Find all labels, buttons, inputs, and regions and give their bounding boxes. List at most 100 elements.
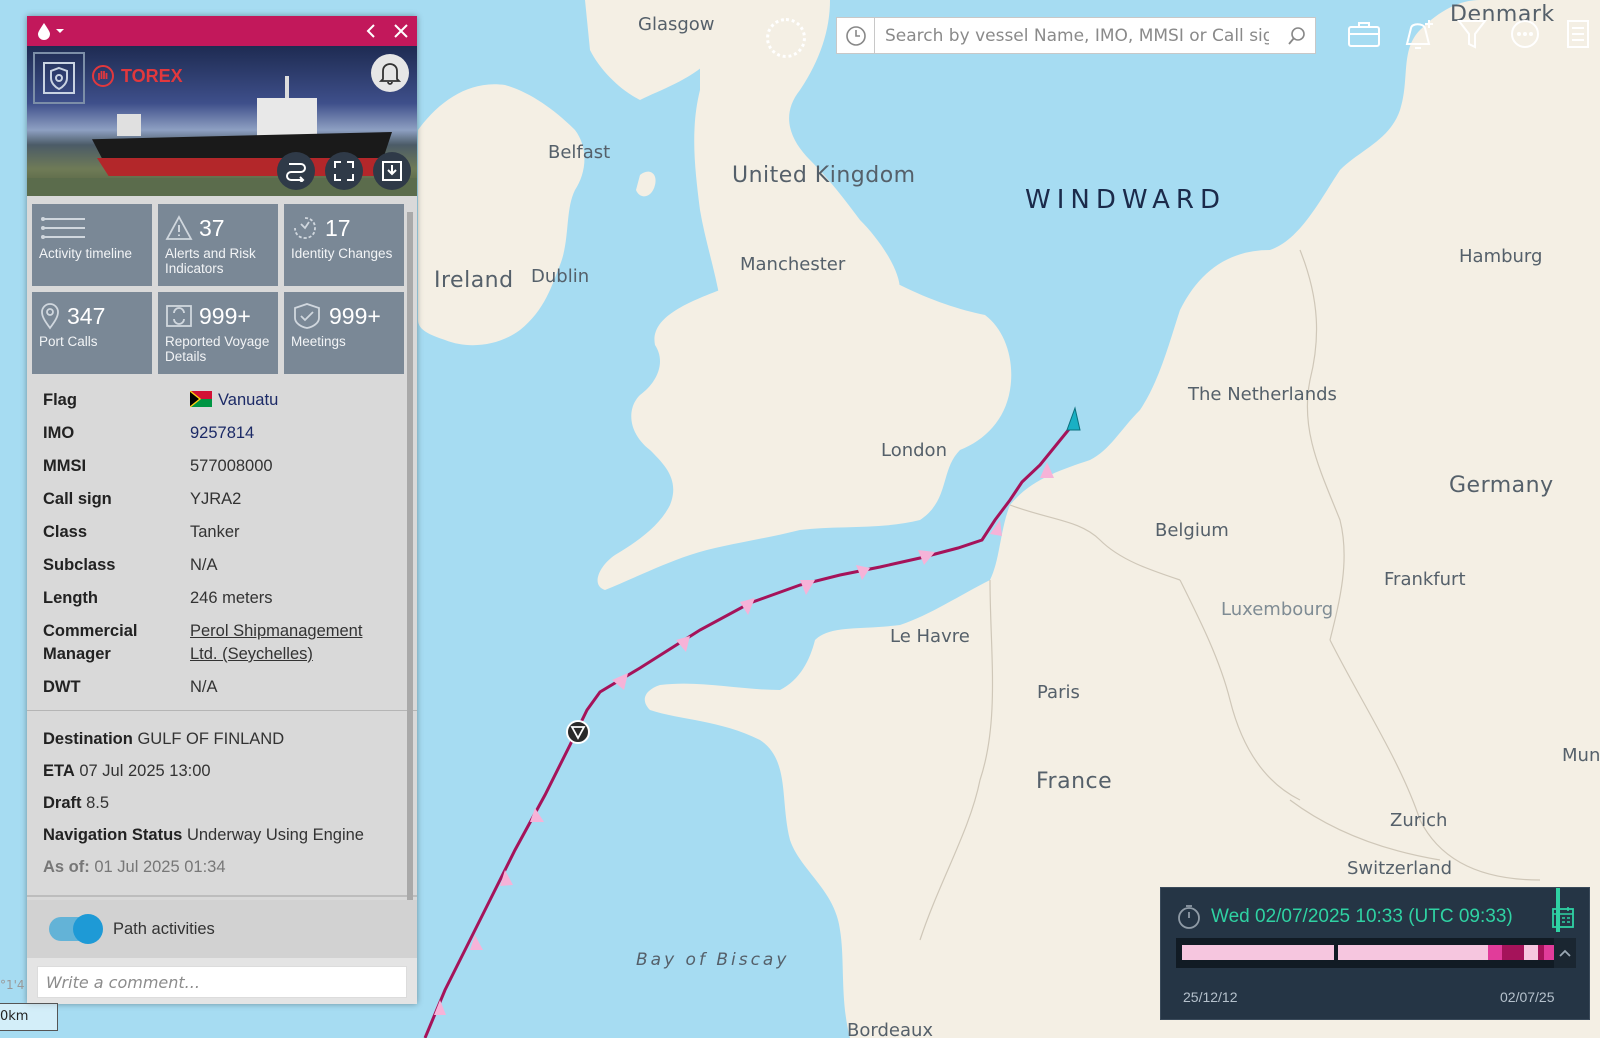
map-label-bay-of-biscay: Bay of Biscay bbox=[636, 950, 790, 970]
timeline-segment bbox=[1182, 945, 1334, 960]
tile-identity-changes[interactable]: 17 Identity Changes bbox=[284, 204, 404, 286]
tile-count: 37 bbox=[199, 214, 225, 241]
detail-key: Class bbox=[43, 523, 88, 541]
detail-value: 577008000 bbox=[190, 457, 273, 475]
timeline-segment bbox=[1338, 945, 1488, 960]
timeline-icon bbox=[41, 217, 85, 239]
vanuatu-flag-icon bbox=[190, 391, 212, 407]
voyage-as-of: As of: 01 Jul 2025 01:34 bbox=[43, 851, 401, 883]
map-label-zurich: Zurich bbox=[1390, 810, 1448, 831]
calendar-icon[interactable] bbox=[1551, 905, 1575, 929]
tile-meetings[interactable]: 999+ Meetings bbox=[284, 292, 404, 374]
voyage-key: Draft bbox=[43, 794, 82, 812]
voyage-icon bbox=[166, 305, 192, 327]
panel-scrollbar[interactable] bbox=[407, 212, 413, 912]
search-input[interactable] bbox=[875, 18, 1279, 53]
timeline-start-label: 25/12/12 bbox=[1183, 989, 1238, 1005]
coordinate-readout: °1'4 bbox=[0, 978, 25, 992]
detail-key: MMSI bbox=[43, 457, 87, 475]
shield-badge-icon[interactable] bbox=[33, 52, 85, 104]
detail-row-imo: IMO 9257814 bbox=[43, 417, 401, 450]
timeline-date[interactable]: Wed 02/07/2025 10:33 (UTC 09:33) bbox=[1211, 906, 1541, 928]
vessel-search[interactable] bbox=[836, 17, 1316, 54]
tile-label: Alerts and Risk Indicators bbox=[165, 246, 256, 276]
map-label-the-netherlands: The Netherlands bbox=[1188, 384, 1337, 405]
add-alert-icon[interactable] bbox=[1398, 14, 1438, 54]
map-label-germany: Germany bbox=[1449, 473, 1554, 498]
map-label-glasgow: Glasgow bbox=[638, 14, 715, 35]
voyage-nav-status: Navigation Status Underway Using Engine bbox=[43, 819, 401, 851]
tile-label: Meetings bbox=[291, 334, 346, 349]
list-icon[interactable] bbox=[1558, 14, 1598, 54]
voyage-value: Underway Using Engine bbox=[186, 826, 364, 844]
detail-value[interactable]: Vanuatu bbox=[190, 389, 278, 412]
timeline-cursor[interactable] bbox=[1556, 888, 1560, 932]
tile-label: Identity Changes bbox=[291, 246, 393, 261]
filter-icon[interactable] bbox=[1452, 14, 1492, 54]
detail-row-commercial-manager: Commercial Manager Perol Shipmanagement … bbox=[43, 615, 401, 671]
search-icon[interactable] bbox=[1279, 26, 1315, 46]
map-scale: 0km bbox=[0, 1003, 58, 1031]
tile-activity-timeline[interactable]: Activity timeline bbox=[32, 204, 152, 286]
layer-menu-button[interactable] bbox=[37, 22, 65, 40]
detail-key: DWT bbox=[43, 678, 81, 696]
voyage-draft: Draft 8.5 bbox=[43, 787, 401, 819]
map-label-belgium: Belgium bbox=[1155, 520, 1229, 541]
download-icon[interactable] bbox=[373, 152, 411, 190]
map-label-le-havre: Le Havre bbox=[890, 626, 970, 647]
sanctioned-hand-icon bbox=[92, 65, 114, 87]
detail-row-mmsi: MMSI 577008000 bbox=[43, 450, 401, 483]
path-activities-toggle[interactable] bbox=[49, 914, 103, 944]
map-label-london: London bbox=[881, 440, 947, 461]
vessel-panel: TOREX Activity timeline 37 Alerts and Ri… bbox=[27, 16, 417, 1004]
close-icon[interactable] bbox=[393, 23, 409, 39]
voyage-key: Destination bbox=[43, 730, 133, 748]
path-activities-row: Path activities bbox=[27, 900, 417, 958]
voyage-key: As of: bbox=[43, 858, 90, 876]
detail-key: Call sign bbox=[43, 490, 112, 508]
map-label-france: France bbox=[1036, 769, 1113, 794]
vessel-details: Flag Vanuatu IMO 9257814 MMSI 577008000 … bbox=[27, 378, 417, 704]
path-activities-label: Path activities bbox=[113, 919, 215, 938]
chevron-down-icon bbox=[56, 29, 64, 33]
detail-value: Tanker bbox=[190, 523, 240, 541]
comment-input[interactable] bbox=[37, 966, 407, 998]
map-label-manchester: Manchester bbox=[740, 254, 846, 275]
clock-icon[interactable] bbox=[837, 17, 875, 54]
bell-icon[interactable] bbox=[371, 54, 409, 92]
loading-spinner-icon bbox=[766, 18, 806, 58]
commercial-manager-link[interactable]: Perol Shipmanagement Ltd. (Seychelles) bbox=[190, 620, 390, 666]
map-label-bordeaux: Bordeaux bbox=[847, 1020, 934, 1038]
chevron-up-icon[interactable] bbox=[1554, 938, 1576, 968]
detail-value[interactable]: 9257814 bbox=[190, 422, 254, 445]
detail-row-class: Class Tanker bbox=[43, 516, 401, 549]
tile-count: 999+ bbox=[199, 302, 251, 329]
tile-label: Activity timeline bbox=[39, 246, 133, 261]
tile-port-calls[interactable]: 347 Port Calls bbox=[32, 292, 152, 374]
map-label-munich: Mun bbox=[1562, 745, 1600, 766]
vessel-name: TOREX bbox=[121, 65, 183, 86]
tile-reported-voyage[interactable]: 999+ Reported Voyage Details bbox=[158, 292, 278, 374]
timeline-track[interactable] bbox=[1176, 938, 1558, 968]
map-label-ireland: Ireland bbox=[434, 268, 514, 293]
fullscreen-icon[interactable] bbox=[325, 152, 363, 190]
briefcase-icon[interactable] bbox=[1344, 14, 1384, 54]
detail-key: Flag bbox=[43, 391, 77, 409]
route-icon[interactable] bbox=[277, 152, 315, 190]
tile-count: 17 bbox=[325, 214, 351, 241]
collapse-panel-icon[interactable] bbox=[365, 23, 377, 39]
stopwatch-icon bbox=[1178, 905, 1200, 929]
map-label-luxembourg: Luxembourg bbox=[1221, 599, 1334, 620]
timeline-segment bbox=[1524, 945, 1538, 960]
tile-label: Reported Voyage Details bbox=[165, 334, 270, 364]
more-icon[interactable] bbox=[1505, 14, 1545, 54]
voyage-destination: Destination GULF OF FINLAND bbox=[43, 723, 401, 755]
tile-alerts[interactable]: 37 Alerts and Risk Indicators bbox=[158, 204, 278, 286]
divider bbox=[27, 895, 417, 897]
map-label-paris: Paris bbox=[1037, 682, 1080, 703]
voyage-key: Navigation Status bbox=[43, 826, 183, 844]
detail-row-subclass: Subclass N/A bbox=[43, 549, 401, 582]
warning-icon bbox=[165, 215, 193, 240]
map-label-united-kingdom: United Kingdom bbox=[732, 163, 916, 188]
vessel-photo: TOREX bbox=[27, 46, 417, 196]
